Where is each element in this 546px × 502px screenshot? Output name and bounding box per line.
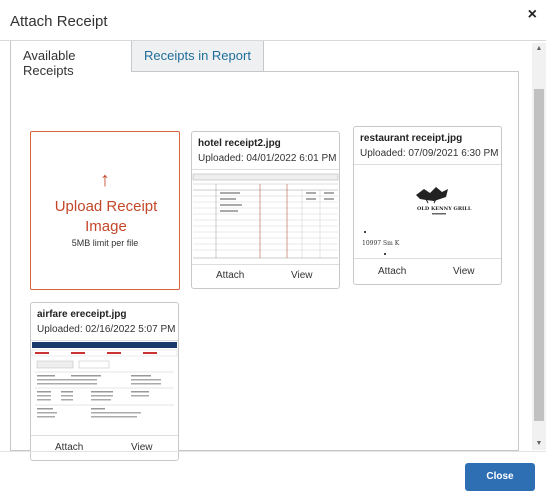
tab-receipts-in-report[interactable]: Receipts in Report	[132, 41, 264, 72]
attach-button[interactable]: Attach	[216, 270, 244, 281]
close-button[interactable]: Close	[465, 463, 535, 491]
upload-arrow-icon: ↑	[100, 169, 110, 191]
receipts-panel: ↑ Upload Receipt Image 5MB limit per fil…	[10, 71, 519, 461]
hotel-receipt-image	[192, 170, 339, 264]
receipt-card: hotel receipt2.jpg Uploaded: 04/01/2022 …	[191, 131, 340, 289]
upload-receipt-button[interactable]: ↑ Upload Receipt Image 5MB limit per fil…	[30, 131, 180, 290]
dialog-footer: Close	[0, 451, 546, 502]
receipt-card: airfare ereceipt.jpg Uploaded: 02/16/202…	[30, 302, 179, 461]
restaurant-thumb-footer: 10997 Sm K	[362, 240, 400, 247]
receipt-thumbnail[interactable]: OLD KENNY GRILL 10997 Sm K	[354, 164, 501, 259]
scroll-up-arrow-icon[interactable]: ▲	[532, 43, 546, 55]
dialog-header: Attach Receipt ×	[0, 0, 546, 41]
restaurant-thumb-logo: OLD KENNY GRILL	[417, 206, 472, 212]
upload-limit-text: 5MB limit per file	[71, 238, 139, 248]
receipt-actions: Attach View	[192, 270, 339, 284]
receipt-actions: Attach View	[354, 266, 501, 280]
view-button[interactable]: View	[291, 270, 313, 281]
receipt-thumbnail[interactable]	[192, 169, 339, 265]
receipt-upload-date: Uploaded: 04/01/2022 6:01 PM	[198, 153, 337, 164]
vertical-scrollbar[interactable]: ▲ ▼	[532, 43, 546, 450]
view-button[interactable]: View	[453, 266, 475, 277]
scrollbar-thumb[interactable]	[534, 89, 544, 421]
tab-available-receipts[interactable]: Available Receipts	[10, 41, 132, 78]
receipt-filename: airfare ereceipt.jpg	[37, 309, 127, 320]
dialog-title: Attach Receipt	[10, 13, 108, 30]
receipt-filename: hotel receipt2.jpg	[198, 138, 281, 149]
upload-label: Upload Receipt Image	[54, 198, 158, 235]
restaurant-receipt-image: OLD KENNY GRILL 10997 Sm K	[354, 165, 501, 258]
dialog-body: Available Receipts Receipts in Report ↑ …	[0, 41, 546, 461]
receipt-thumbnail[interactable]	[31, 340, 178, 436]
receipt-card: restaurant receipt.jpg Uploaded: 07/09/2…	[353, 126, 502, 285]
attach-button[interactable]: Attach	[378, 266, 406, 277]
attach-receipt-dialog: Attach Receipt × Available Receipts Rece…	[0, 0, 546, 502]
airfare-receipt-image	[31, 341, 178, 435]
receipt-upload-date: Uploaded: 07/09/2021 6:30 PM	[360, 148, 499, 159]
scroll-down-arrow-icon[interactable]: ▼	[532, 438, 546, 450]
receipt-upload-date: Uploaded: 02/16/2022 5:07 PM	[37, 324, 176, 335]
close-icon[interactable]: ×	[528, 7, 537, 23]
receipt-filename: restaurant receipt.jpg	[360, 133, 463, 144]
